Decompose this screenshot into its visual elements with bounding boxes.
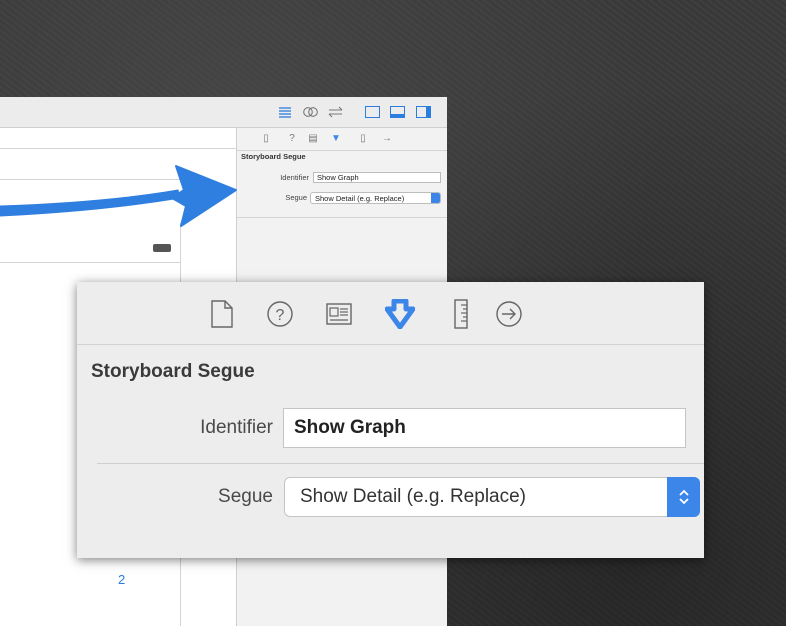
canvas-divider <box>0 148 236 149</box>
battery-icon <box>153 244 171 252</box>
inspector-section-title: Storyboard Segue <box>241 152 306 161</box>
segue-select-value: Show Detail (e.g. Replace) <box>315 194 405 203</box>
utilities-toggle-icon[interactable] <box>415 104 432 119</box>
identifier-field[interactable]: Show Graph <box>313 172 441 183</box>
identifier-label: Identifier <box>280 173 309 182</box>
navigator-toggle-icon[interactable] <box>364 104 381 119</box>
segue-select[interactable]: Show Detail (e.g. Replace) <box>284 477 700 517</box>
inspector-tab-bar: ? <box>77 282 704 345</box>
connections-inspector-icon[interactable] <box>492 297 526 331</box>
attributes-inspector-icon[interactable]: ▼ <box>330 132 342 145</box>
identifier-label: Identifier <box>200 417 273 438</box>
inspector-divider <box>237 217 447 218</box>
identifier-field[interactable]: Show Graph <box>283 408 686 448</box>
quick-help-icon[interactable]: ? <box>263 297 297 331</box>
size-inspector-icon[interactable] <box>444 297 478 331</box>
segue-select[interactable]: Show Detail (e.g. Replace) <box>310 192 441 204</box>
zoomed-inspector: ? Storyboard Segue Identifier Show Graph… <box>77 282 704 558</box>
size-inspector-icon[interactable]: ▯ <box>357 132 369 145</box>
canvas-divider <box>0 262 180 263</box>
select-stepper-icon <box>431 193 440 203</box>
svg-text:?: ? <box>276 307 285 324</box>
debug-area-toggle-icon[interactable] <box>389 104 406 119</box>
identity-inspector-icon[interactable]: ▤ <box>307 132 319 145</box>
version-editor-icon[interactable] <box>327 104 344 119</box>
segue-select-value: Show Detail (e.g. Replace) <box>300 486 526 507</box>
file-inspector-icon[interactable]: ▯ <box>260 132 272 145</box>
connections-inspector-icon[interactable]: → <box>381 132 393 145</box>
segue-label: Segue <box>218 486 273 507</box>
identity-inspector-icon[interactable] <box>322 297 356 331</box>
assistant-editor-icon[interactable] <box>302 104 319 119</box>
calculator-digit[interactable]: 2 <box>118 572 125 587</box>
segue-label: Segue <box>285 193 307 202</box>
inspector-section-title: Storyboard Segue <box>91 361 255 382</box>
annotation-arrow <box>0 165 237 227</box>
inspector-tab-bar: ▯ ? ▤ ▼ ▯ → <box>237 128 447 151</box>
quick-help-icon[interactable]: ? <box>286 132 298 145</box>
attributes-inspector-icon[interactable] <box>383 297 417 331</box>
editor-standard-icon[interactable] <box>276 104 293 119</box>
file-inspector-icon[interactable] <box>205 297 239 331</box>
window-toolbar <box>0 97 447 128</box>
select-stepper-icon[interactable] <box>667 477 700 517</box>
inspector-divider <box>97 463 704 464</box>
